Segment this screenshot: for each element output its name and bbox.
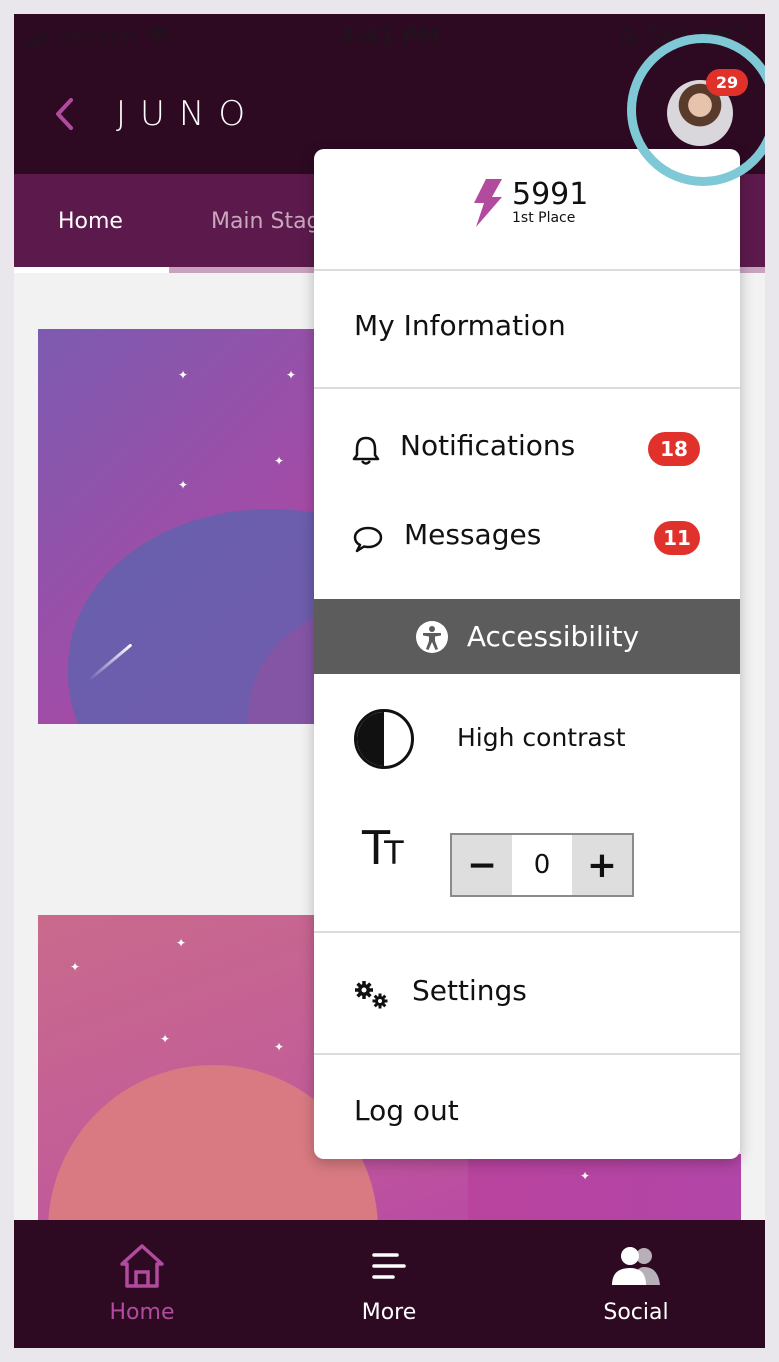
text-size-decrease-button[interactable]: − xyxy=(452,835,512,895)
divider xyxy=(314,1053,740,1055)
tab-home[interactable]: Home xyxy=(14,209,167,234)
menu-lines-icon xyxy=(372,1253,406,1279)
nav-home[interactable]: Home xyxy=(62,1238,222,1325)
score-rank: 1st Place xyxy=(512,210,576,226)
contrast-icon[interactable] xyxy=(354,709,414,769)
nav-social-label: Social xyxy=(603,1300,669,1325)
text-size-icon: TT xyxy=(362,821,403,875)
star-icon: ✦ xyxy=(274,454,285,468)
star-icon: ✦ xyxy=(178,368,189,382)
star-icon: ✦ xyxy=(178,478,189,492)
messages-count-badge: 11 xyxy=(654,521,700,555)
text-size-stepper: − 0 + xyxy=(450,833,634,897)
text-size-increase-button[interactable]: + xyxy=(572,835,632,895)
divider xyxy=(314,931,740,933)
divider xyxy=(314,269,740,271)
star-icon: ✦ xyxy=(160,1032,171,1046)
accessibility-section-header: Accessibility xyxy=(314,599,740,674)
lightning-icon xyxy=(474,179,502,227)
wifi-icon xyxy=(145,27,171,45)
home-icon xyxy=(120,1244,164,1288)
notifications-count-badge: 18 xyxy=(648,432,700,466)
nav-more-label: More xyxy=(361,1300,417,1325)
score-display: 5991 1st Place xyxy=(472,179,588,227)
chevron-left-icon xyxy=(56,98,73,130)
signal-icon xyxy=(26,29,48,45)
my-information-link[interactable]: My Information xyxy=(354,309,566,342)
nav-more[interactable]: More xyxy=(309,1238,469,1325)
star-icon: ✦ xyxy=(70,960,81,974)
nav-social[interactable]: Social xyxy=(556,1238,716,1325)
high-contrast-toggle[interactable]: High contrast xyxy=(457,723,626,752)
status-left: Verizon xyxy=(26,22,171,52)
tab-active-indicator xyxy=(14,267,169,273)
star-icon: ✦ xyxy=(580,1169,591,1183)
text-size-value: 0 xyxy=(533,850,551,880)
score-value: 5991 xyxy=(512,177,589,212)
back-button[interactable] xyxy=(44,94,84,134)
notifications-link[interactable]: Notifications xyxy=(400,429,575,462)
star-icon: ✦ xyxy=(274,1040,285,1054)
phone-screen: Verizon 4:41 PM 54% JUNO Home Main Stag … xyxy=(14,14,765,1348)
bottom-navigation: Home More Social xyxy=(14,1220,765,1348)
messages-link[interactable]: Messages xyxy=(404,518,541,551)
nav-home-label: Home xyxy=(109,1300,175,1325)
settings-link[interactable]: Settings xyxy=(412,974,527,1007)
accessibility-icon xyxy=(415,620,448,653)
star-icon: ✦ xyxy=(286,368,297,382)
app-logo: JUNO xyxy=(116,94,260,134)
status-time: 4:41 PM xyxy=(339,24,440,50)
divider xyxy=(314,387,740,389)
star-icon: ✦ xyxy=(176,936,187,950)
chat-bubble-icon xyxy=(353,526,383,553)
carrier-label: Verizon xyxy=(56,24,137,50)
accessibility-label: Accessibility xyxy=(466,620,640,653)
logout-link[interactable]: Log out xyxy=(354,1094,459,1127)
profile-dropdown-menu: 5991 1st Place My Information Notificati… xyxy=(314,149,740,1159)
gears-icon xyxy=(355,981,388,1009)
avatar-notification-badge: 29 xyxy=(706,69,748,96)
orientation-lock-icon xyxy=(619,28,638,46)
bell-icon xyxy=(352,436,380,465)
people-icon xyxy=(612,1247,660,1285)
